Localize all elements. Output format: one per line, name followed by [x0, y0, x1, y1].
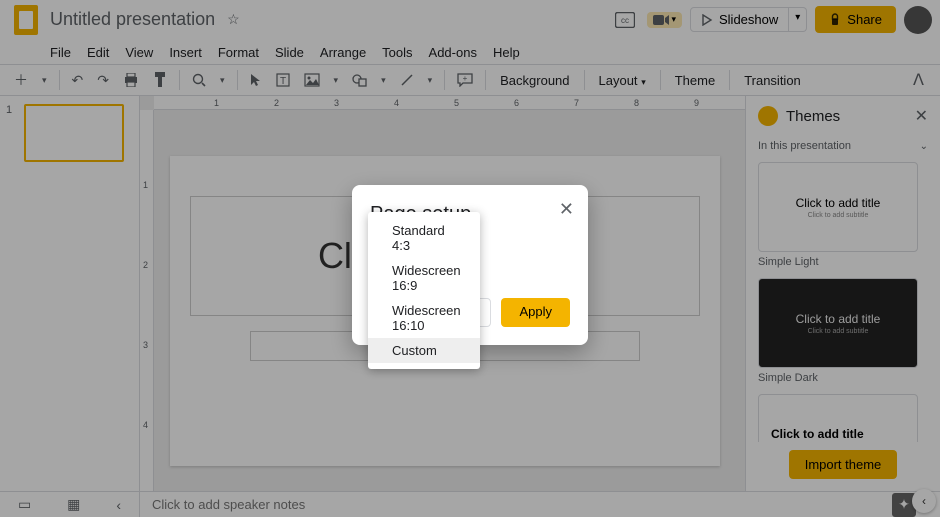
- option-standard-4-3[interactable]: Standard 4:3: [368, 218, 480, 258]
- close-icon[interactable]: ✕: [559, 199, 574, 220]
- option-widescreen-16-9[interactable]: Widescreen 16:9: [368, 258, 480, 298]
- apply-button[interactable]: Apply: [501, 298, 570, 327]
- option-widescreen-16-10[interactable]: Widescreen 16:10: [368, 298, 480, 338]
- option-custom[interactable]: Custom: [368, 338, 480, 363]
- aspect-ratio-dropdown: Standard 4:3 Widescreen 16:9 Widescreen …: [368, 212, 480, 369]
